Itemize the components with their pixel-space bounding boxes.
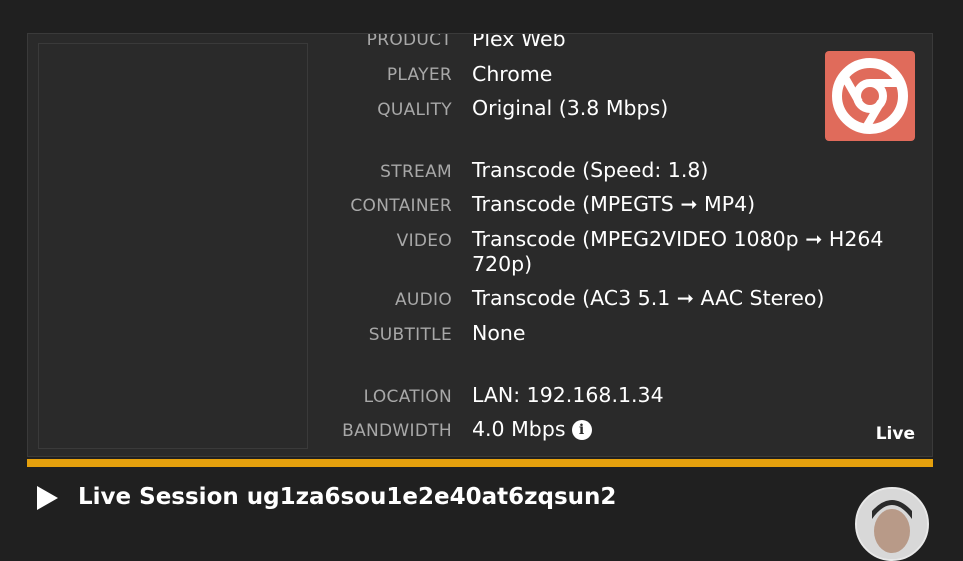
chrome-logo-graphic	[832, 58, 908, 134]
stream-label: STREAM	[380, 162, 452, 182]
stream-value: Transcode (Speed: 1.8)	[472, 158, 709, 182]
player-value: Chrome	[472, 62, 553, 86]
audio-label: AUDIO	[394, 290, 452, 310]
chrome-icon	[825, 51, 915, 141]
audio-value: Transcode (AC3 5.1 ➞ AAC Stereo)	[472, 286, 825, 310]
bandwidth-row: 4.0 Mbps i	[472, 417, 592, 442]
quality-value: Original (3.8 Mbps)	[472, 96, 669, 120]
container-value: Transcode (MPEGTS ➞ MP4)	[472, 192, 756, 216]
session-title[interactable]: Live Session ug1za6sou1e2e40at6zqsun2	[78, 484, 616, 510]
video-value: Transcode (MPEG2VIDEO 1080p ➞ H264 720p)	[472, 227, 884, 276]
bandwidth-label: BANDWIDTH	[342, 421, 452, 441]
bandwidth-value: 4.0 Mbps	[472, 417, 566, 441]
video-label: VIDEO	[396, 231, 452, 251]
avatar-photo	[857, 489, 927, 559]
live-status-badge: Live	[875, 424, 915, 444]
avatar[interactable]	[855, 487, 929, 561]
subtitle-value: None	[472, 321, 526, 345]
session-card: PRODUCT Plex Web PLAYER Chrome QUALITY O…	[27, 33, 933, 457]
session-progress-bar	[27, 459, 933, 467]
poster-placeholder	[38, 43, 308, 449]
product-value: Plex Web	[472, 33, 566, 51]
info-icon[interactable]: i	[571, 420, 592, 440]
container-label: CONTAINER	[350, 196, 452, 216]
player-label: PLAYER	[386, 65, 452, 85]
play-icon[interactable]	[37, 486, 58, 510]
location-value: LAN: 192.168.1.34	[472, 383, 664, 407]
subtitle-label: SUBTITLE	[368, 325, 452, 345]
product-label: PRODUCT	[366, 33, 452, 50]
session-progress-fill	[27, 459, 933, 467]
location-label: LOCATION	[363, 387, 452, 407]
quality-label: QUALITY	[377, 100, 452, 120]
